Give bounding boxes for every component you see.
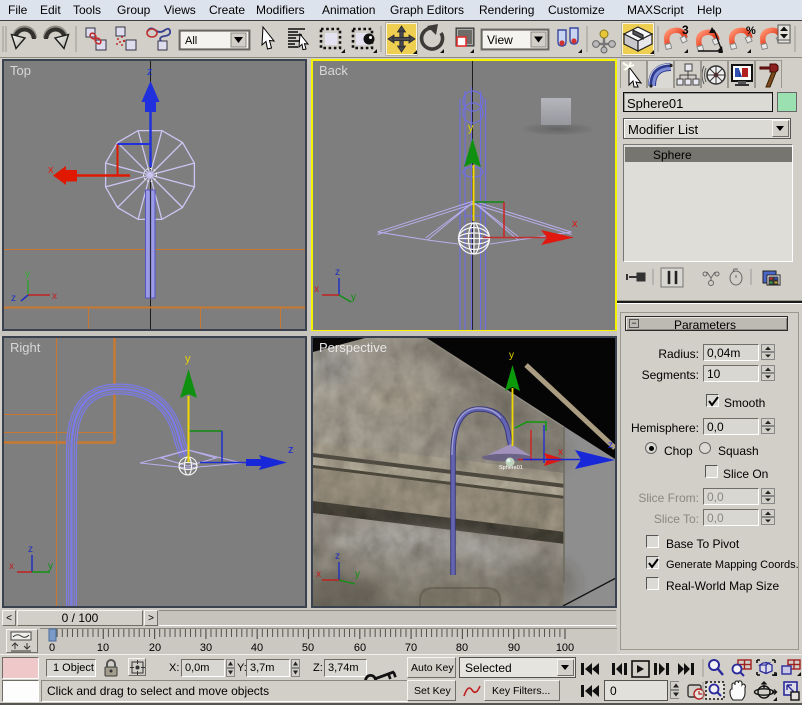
svg-text:z: z: [335, 551, 340, 562]
svg-text:All: All: [185, 35, 197, 47]
svg-text:z: z: [335, 267, 340, 278]
svg-text:0: 0: [49, 642, 55, 654]
svg-text:70: 70: [405, 642, 417, 654]
svg-text:x: x: [52, 291, 57, 302]
svg-text:x: x: [316, 569, 321, 580]
svg-text:x: x: [558, 447, 563, 458]
svg-text:x: x: [314, 284, 319, 295]
svg-text:y: y: [355, 569, 360, 580]
svg-text:z: z: [608, 440, 613, 451]
svg-text:Sphere01: Sphere01: [499, 465, 523, 471]
svg-text:y: y: [185, 353, 191, 365]
svg-text:%: %: [746, 25, 756, 37]
svg-text:z: z: [11, 293, 16, 304]
svg-text:3: 3: [682, 23, 689, 37]
svg-text:z: z: [288, 444, 294, 456]
svg-text:100: 100: [556, 642, 574, 654]
svg-text:y: y: [48, 561, 53, 572]
svg-text:y: y: [25, 269, 30, 280]
svg-text:z: z: [147, 66, 153, 78]
svg-text:x: x: [572, 218, 578, 230]
svg-text:10: 10: [97, 642, 109, 654]
svg-text:x: x: [48, 164, 54, 176]
svg-text:BACK: BACK: [547, 111, 566, 118]
svg-text:y: y: [509, 350, 514, 361]
svg-text:x: x: [9, 561, 14, 572]
svg-text:20: 20: [149, 642, 161, 654]
svg-text:z: z: [28, 544, 33, 555]
svg-text:40: 40: [251, 642, 263, 654]
svg-text:80: 80: [456, 642, 468, 654]
svg-text:60: 60: [354, 642, 366, 654]
svg-text:View: View: [487, 33, 513, 47]
svg-text:y: y: [351, 292, 356, 303]
svg-text:30: 30: [200, 642, 212, 654]
svg-text:90: 90: [508, 642, 520, 654]
svg-text:y: y: [468, 122, 474, 134]
svg-text:50: 50: [302, 642, 314, 654]
